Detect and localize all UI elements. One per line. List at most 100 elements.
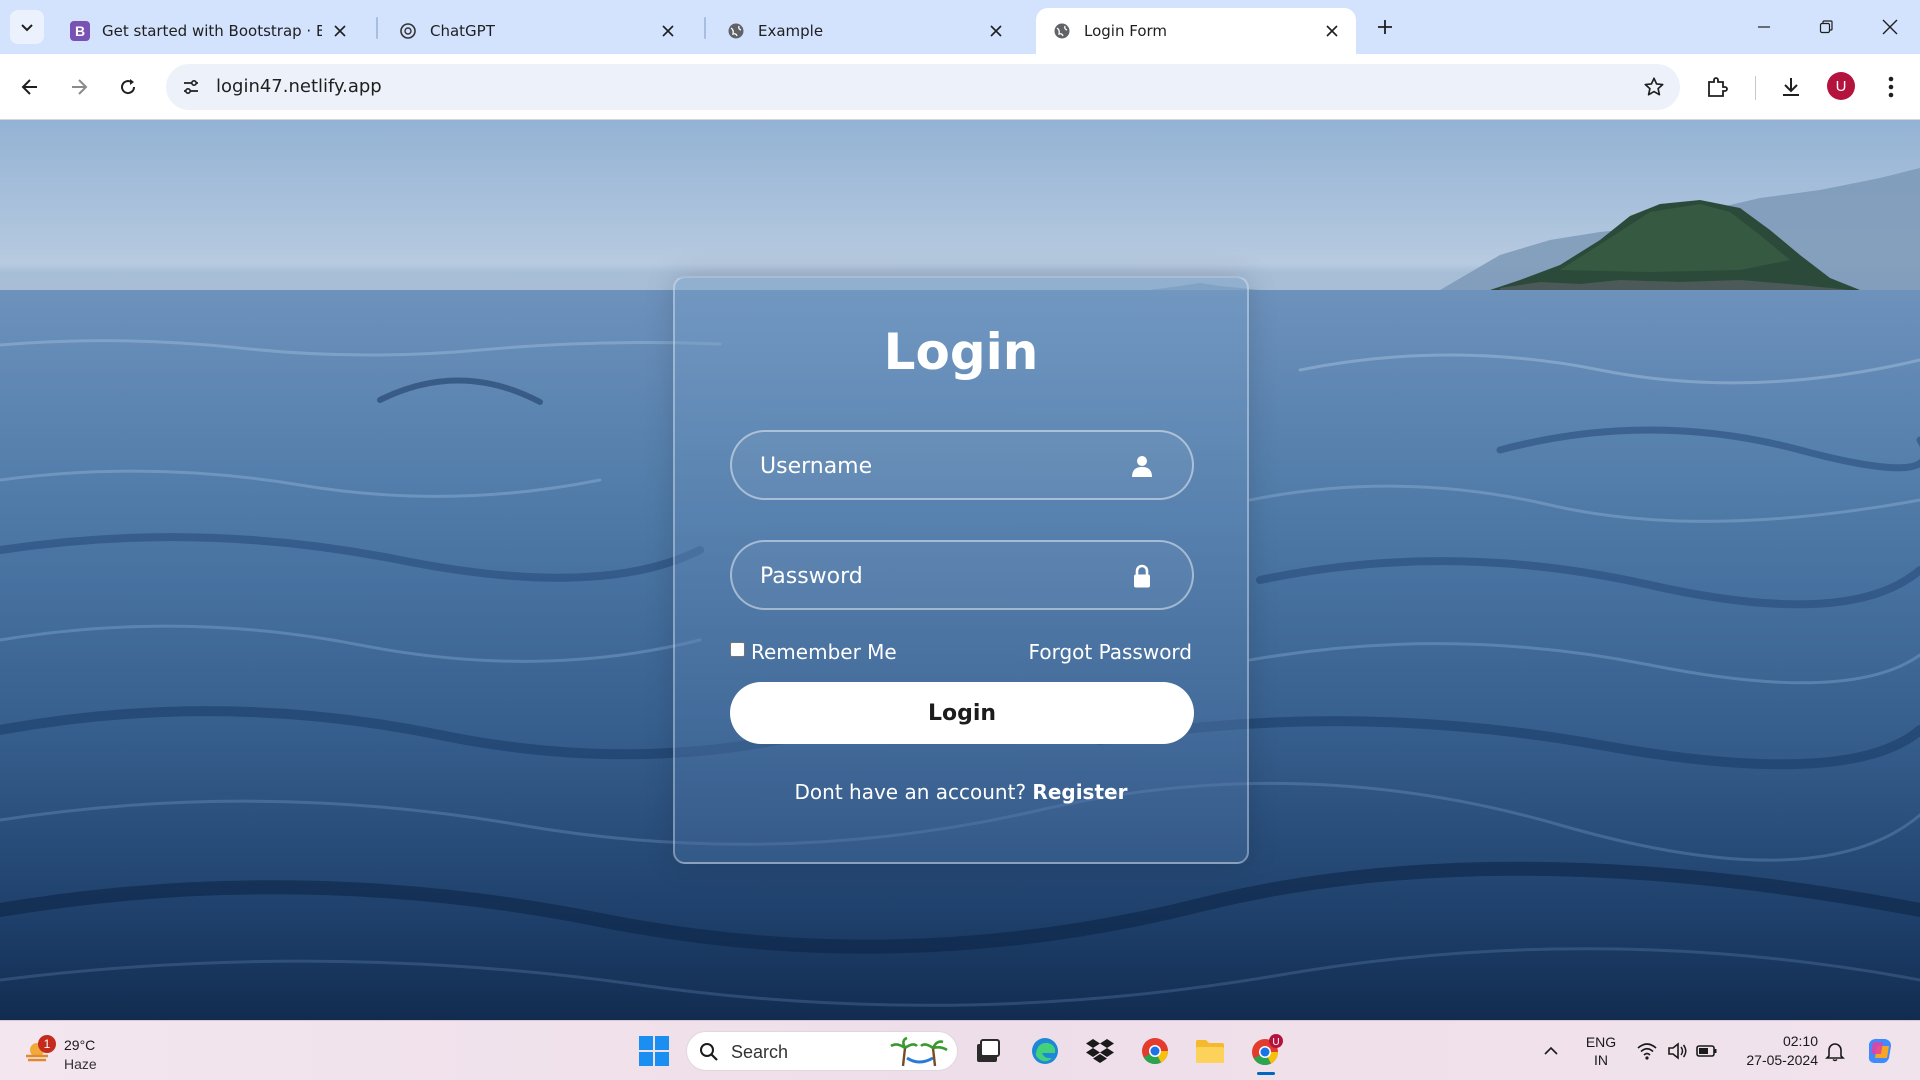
arrow-right-icon [72, 79, 88, 95]
edge-icon [1032, 1038, 1058, 1064]
minimize-button[interactable] [1744, 10, 1784, 44]
password-input[interactable] [760, 558, 1120, 594]
url-text[interactable]: login47.netlify.app [216, 76, 382, 97]
taskbar-file-explorer[interactable] [1192, 1033, 1228, 1069]
notification-bell-icon[interactable] [1824, 1040, 1846, 1062]
username-input[interactable] [760, 448, 1120, 484]
password-field[interactable] [730, 540, 1194, 610]
taskbar-dropbox[interactable] [1082, 1033, 1118, 1069]
chatgpt-icon [398, 21, 418, 41]
site-settings-icon[interactable] [176, 72, 206, 102]
close-icon[interactable] [330, 21, 350, 41]
weather-condition: Haze [64, 1056, 97, 1072]
taskbar-search[interactable]: Search [686, 1031, 958, 1071]
extensions-button[interactable] [1701, 71, 1733, 103]
address-bar[interactable]: login47.netlify.app [166, 64, 1680, 110]
search-icon [700, 1043, 718, 1061]
system-clock[interactable]: 02:10 27-05-2024 [1734, 1032, 1818, 1070]
taskbar-chrome-profile[interactable]: U [1248, 1033, 1284, 1075]
wifi-icon[interactable] [1636, 1040, 1658, 1062]
taskbar-task-view[interactable] [970, 1033, 1006, 1069]
tab-title: ChatGPT [430, 22, 495, 40]
chevron-down-icon [21, 24, 33, 32]
task-view-icon [977, 1039, 1000, 1062]
restore-icon [1819, 20, 1833, 34]
chrome-icon [1142, 1038, 1168, 1064]
close-icon[interactable] [658, 21, 678, 41]
remember-me[interactable]: Remember Me [730, 640, 897, 664]
forgot-password-link[interactable]: Forgot Password [1029, 640, 1192, 664]
weather-widget[interactable]: 1 29°C Haze [20, 1029, 110, 1073]
folder-icon [1196, 1040, 1224, 1063]
chrome-profile-badge: U [1272, 1037, 1279, 1048]
page-viewport: Login Remember Me Forgot Password Login … [0, 120, 1920, 1020]
login-card: Login Remember Me Forgot Password Login … [673, 276, 1249, 864]
dropbox-icon [1086, 1039, 1114, 1063]
login-button[interactable]: Login [730, 682, 1194, 744]
close-icon [1882, 19, 1898, 35]
weather-badge: 1 [38, 1035, 56, 1053]
arrow-left-icon [21, 79, 37, 95]
svg-text:B: B [75, 23, 85, 39]
username-field[interactable] [730, 430, 1194, 500]
restore-button[interactable] [1806, 10, 1846, 44]
clock-time: 02:10 [1782, 1033, 1818, 1049]
close-icon[interactable] [1322, 21, 1342, 41]
taskbar: 1 29°C Haze Search U ENG IN 02:10 27-05-… [0, 1020, 1920, 1080]
toolbar-divider [1755, 76, 1756, 100]
register-prompt-text: Dont have an account? [794, 780, 1027, 804]
close-icon[interactable] [986, 21, 1006, 41]
register-prompt: Dont have an account? Register [675, 780, 1247, 804]
taskbar-edge[interactable] [1027, 1033, 1063, 1069]
new-tab-button[interactable] [1370, 12, 1400, 42]
tab-title: Example [758, 22, 824, 40]
register-link[interactable]: Register [1032, 780, 1127, 804]
user-icon [1132, 456, 1152, 477]
profile-avatar[interactable]: U [1827, 72, 1855, 100]
reload-button[interactable] [110, 69, 146, 105]
plus-icon [1378, 20, 1392, 34]
tab-chatgpt[interactable]: ChatGPT [382, 8, 692, 54]
language-code: ENG [1585, 1034, 1617, 1050]
taskbar-chrome[interactable] [1137, 1033, 1173, 1069]
tab-strip: B Get started with Bootstrap · Bootstrap… [0, 0, 1920, 54]
tab-login-form[interactable]: Login Form [1036, 8, 1356, 54]
chrome-icon: U [1252, 1034, 1283, 1065]
kebab-menu-icon [1888, 76, 1894, 98]
menu-button[interactable] [1875, 71, 1907, 103]
copilot-icon[interactable] [1863, 1034, 1897, 1068]
tab-title: Get started with Bootstrap · Bootstrap [102, 22, 322, 40]
remember-me-checkbox[interactable] [730, 641, 745, 657]
palm-tree-icon [890, 1036, 948, 1067]
puzzle-icon [1708, 77, 1728, 97]
tab-example[interactable]: Example [710, 8, 1020, 54]
back-button[interactable] [12, 69, 48, 105]
chevron-up-icon[interactable] [1541, 1041, 1561, 1061]
weather-temperature: 29°C [64, 1037, 96, 1053]
globe-icon [726, 21, 746, 41]
language-region: IN [1594, 1052, 1608, 1068]
globe-icon [1052, 21, 1072, 41]
volume-icon[interactable] [1666, 1040, 1688, 1062]
login-title: Login [883, 323, 1039, 381]
clock-date: 27-05-2024 [1746, 1052, 1818, 1068]
downloads-button[interactable] [1775, 71, 1807, 103]
tab-separator [704, 17, 706, 39]
minimize-icon [1758, 26, 1770, 28]
forward-button[interactable] [61, 69, 97, 105]
language-indicator[interactable]: ENG IN [1584, 1033, 1618, 1069]
remember-me-label[interactable]: Remember Me [751, 640, 897, 664]
tab-title: Login Form [1084, 22, 1168, 40]
browser-toolbar: login47.netlify.app [0, 54, 1920, 120]
reload-icon [121, 79, 136, 95]
lock-icon [1134, 564, 1150, 588]
tab-bootstrap[interactable]: B Get started with Bootstrap · Bootstrap [54, 8, 364, 54]
close-window-button[interactable] [1870, 10, 1910, 44]
windows-start-icon[interactable] [638, 1035, 670, 1067]
bootstrap-icon: B [70, 21, 90, 41]
tab-search-button[interactable] [10, 10, 44, 44]
tab-separator [376, 17, 378, 39]
download-icon [1783, 78, 1799, 96]
battery-icon[interactable] [1696, 1040, 1718, 1062]
bookmark-star-icon[interactable] [1640, 73, 1668, 101]
